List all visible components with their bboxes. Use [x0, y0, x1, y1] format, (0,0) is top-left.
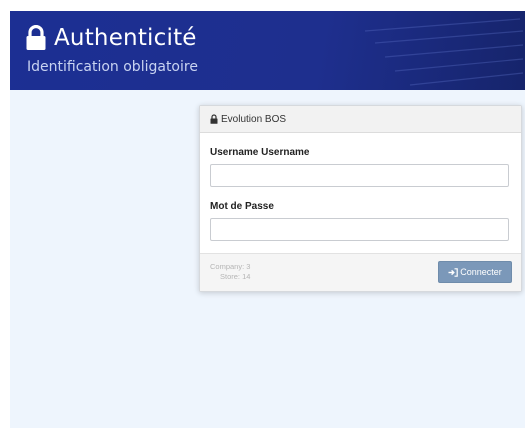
panel-footer: Company: 3 Store: 14 Connecter	[200, 253, 521, 291]
username-field[interactable]	[210, 164, 509, 187]
lock-icon	[210, 114, 218, 124]
login-panel: Evolution BOS Username Username Mot de P…	[199, 105, 522, 292]
username-label: Username Username	[210, 147, 310, 158]
page-title: Authenticité	[25, 21, 197, 55]
panel-heading: Evolution BOS	[200, 106, 521, 133]
password-field[interactable]	[210, 218, 509, 241]
session-info: Company: 3 Store: 14	[210, 262, 250, 282]
header-banner: Authenticité Identification obligatoire	[10, 11, 525, 90]
connect-button-label: Connecter	[460, 267, 502, 277]
sign-in-icon	[448, 267, 459, 277]
login-page: Authenticité Identification obligatoire …	[10, 11, 525, 428]
company-info: Company: 3	[210, 262, 251, 271]
store-info: Store: 14	[220, 272, 251, 281]
lock-icon	[26, 25, 46, 50]
panel-body: Username Username Mot de Passe	[200, 147, 521, 241]
page-subtitle: Identification obligatoire	[27, 59, 198, 75]
panel-heading-label: Evolution BOS	[221, 113, 287, 125]
connect-button[interactable]: Connecter	[438, 261, 512, 283]
banner-texture	[364, 18, 524, 86]
page-title-text: Authenticité	[54, 25, 197, 51]
password-label: Mot de Passe	[210, 201, 274, 212]
